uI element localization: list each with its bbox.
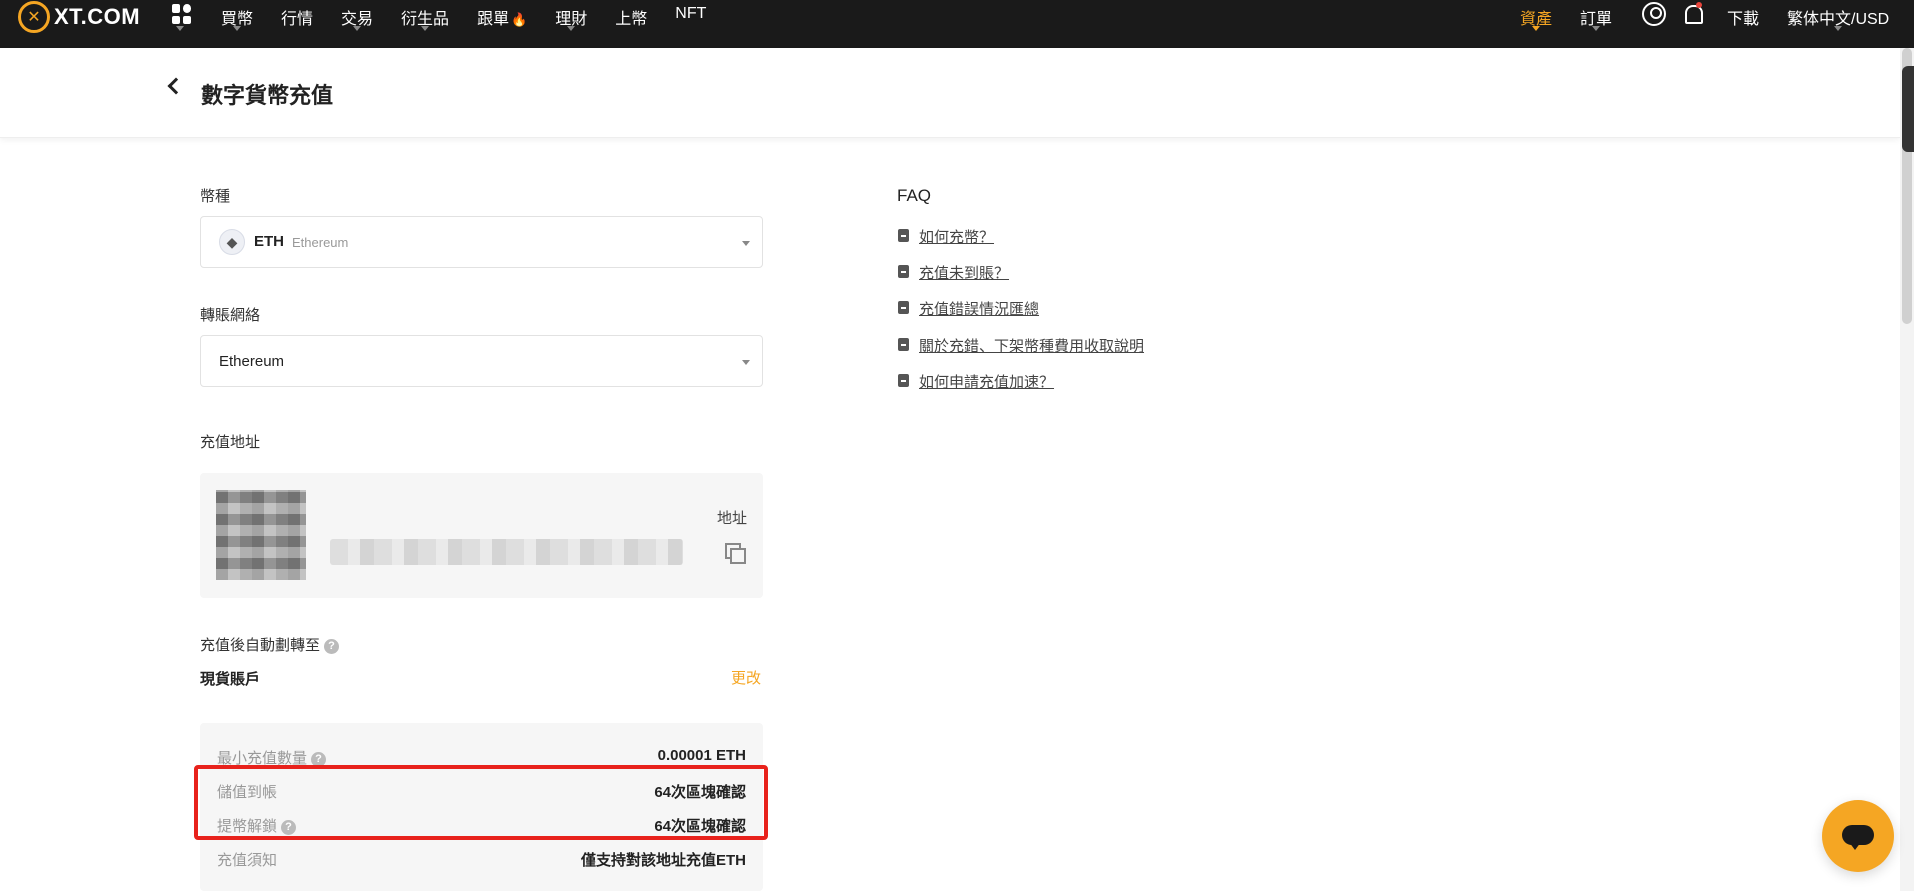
auto-transfer-label: 充值後自動劃轉至? (200, 634, 340, 655)
nav-item-label: 行情 (281, 11, 314, 28)
address-side-label: 地址 (716, 510, 747, 527)
nav-item-markets[interactable]: 行情 (281, 0, 313, 48)
coin-symbol: ETH (254, 233, 284, 250)
nav-item-label: NFT (675, 5, 707, 22)
logo-text: XT.COM (54, 4, 141, 29)
copy-icon[interactable] (725, 543, 746, 564)
coin-select[interactable]: ◆ ETH Ethereum (200, 216, 763, 268)
document-icon (898, 265, 909, 278)
faq-link[interactable]: 充值未到賬？ (919, 262, 1009, 283)
faq-link[interactable]: 如何申請充值加速？ (919, 371, 1054, 392)
network-value: Ethereum (219, 353, 285, 370)
document-icon (898, 229, 909, 242)
user-icon[interactable] (1642, 2, 1666, 26)
document-icon (898, 301, 909, 314)
network-select[interactable]: Ethereum (200, 335, 763, 387)
nav-item-label: 上幣 (615, 11, 648, 28)
chat-support-button[interactable] (1822, 800, 1894, 872)
nav-assets[interactable]: 資產 (1520, 5, 1552, 31)
chevron-down-icon (233, 26, 241, 31)
document-icon (898, 338, 909, 351)
nav-item-derivatives[interactable]: 衍生品 (401, 0, 449, 48)
page-title: 數字貨幣充值 (201, 83, 334, 108)
faq-link[interactable]: 充值錯誤情況匯總 (919, 298, 1039, 319)
nav-download-label: 下載 (1727, 11, 1760, 28)
side-panel-tab[interactable] (1902, 66, 1914, 152)
page-header: 數字貨幣充值 (0, 48, 1900, 138)
top-navigation-bar: ✕ XT.COM 買幣 行情 交易 衍生品 跟單 🔥 理財 上幣 NFT 資產 訂… (0, 0, 1914, 48)
transfer-account: 現貨賬戶 (200, 671, 261, 688)
nav-item-trade[interactable]: 交易 (341, 0, 373, 48)
network-label: 轉賬網絡 (200, 307, 261, 324)
coin-name: Ethereum (292, 235, 349, 250)
nav-item-copy-trading[interactable]: 跟單 🔥 (477, 0, 527, 48)
nav-orders[interactable]: 訂單 (1580, 5, 1612, 31)
xt-logo[interactable]: ✕ XT.COM (18, 1, 141, 33)
deposit-address-blurred (330, 539, 683, 565)
coin-label: 幣種 (200, 188, 231, 205)
apps-caret-icon (176, 26, 184, 31)
notice-label: 充值須知 (217, 852, 278, 869)
apps-grid-icon[interactable] (172, 4, 192, 24)
auto-transfer-text: 充值後自動劃轉至 (200, 637, 321, 654)
document-icon (898, 374, 909, 387)
address-label: 充值地址 (200, 434, 261, 451)
notice-value: 僅支持對該地址充值ETH (580, 852, 746, 869)
nav-item-listing[interactable]: 上幣 (615, 0, 647, 48)
chevron-down-icon (1834, 26, 1843, 31)
chevron-down-icon (353, 26, 362, 31)
chevron-down-icon (742, 360, 750, 365)
chevron-down-icon (1592, 26, 1600, 31)
qr-code-blur (216, 490, 306, 580)
nav-item-buy[interactable]: 買幣 (221, 0, 253, 48)
help-icon[interactable]: ? (324, 638, 340, 654)
back-arrow-icon[interactable] (167, 77, 185, 95)
bell-icon[interactable] (1683, 2, 1703, 26)
main-nav: 買幣 行情 交易 衍生品 跟單 🔥 理財 上幣 NFT (221, 0, 734, 48)
language-currency-selector[interactable]: 繁体中文/USD (1787, 5, 1889, 31)
flame-icon: 🔥 (511, 12, 528, 27)
nav-download[interactable]: 下載 (1727, 5, 1759, 29)
change-account-link[interactable]: 更改 (731, 667, 761, 688)
nav-item-earn[interactable]: 理財 (555, 0, 587, 48)
nav-item-label: 跟單 (477, 11, 510, 28)
xt-logo-icon: ✕ (18, 1, 50, 33)
page-scrollbar[interactable] (1900, 48, 1914, 891)
chevron-down-icon (742, 241, 750, 246)
faq-title: FAQ (897, 186, 932, 205)
info-row-notice: 充值須知 僅支持對該地址充值ETH (217, 849, 746, 871)
chevron-down-icon (421, 26, 430, 31)
faq-link[interactable]: 如何充幣？ (919, 226, 994, 247)
ethereum-icon: ◆ (219, 229, 245, 255)
deposit-address-box: 地址 (200, 473, 763, 598)
chevron-down-icon (567, 26, 576, 31)
faq-link[interactable]: 關於充錯、下架幣種費用收取說明 (919, 335, 1144, 356)
highlight-annotation-box (194, 765, 768, 840)
min-deposit-value: 0.00001 ETH (657, 747, 746, 764)
nav-item-nft[interactable]: NFT (675, 0, 706, 48)
chevron-down-icon (1532, 26, 1540, 31)
